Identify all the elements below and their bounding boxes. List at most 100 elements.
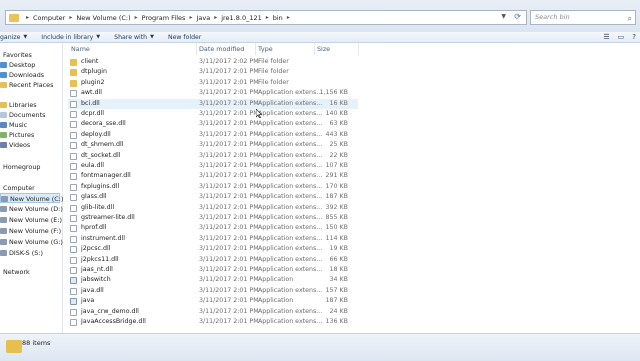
nav-volume-d[interactable]: New Volume (D:) bbox=[0, 204, 63, 214]
help-icon[interactable]: ? bbox=[632, 33, 636, 41]
table-row[interactable]: java 3/11/2017 2:01 PM Application 187 KB bbox=[68, 296, 358, 306]
table-row[interactable]: j2pkcs11.dll 3/11/2017 2:01 PM Application… bbox=[68, 255, 358, 265]
view-options-icon[interactable]: ☰ bbox=[603, 33, 609, 41]
crumb-volume-c[interactable]: New Volume (C:) bbox=[76, 14, 130, 22]
table-row[interactable]: fxplugins.dll 3/11/2017 2:01 PM Applicatio… bbox=[68, 182, 358, 192]
nav-disk-s[interactable]: DISK-S (S:) bbox=[0, 248, 43, 258]
table-row[interactable]: instrument.dll 3/11/2017 2:01 PM Applicati… bbox=[68, 234, 358, 244]
column-divider[interactable] bbox=[255, 43, 256, 55]
column-divider[interactable] bbox=[196, 43, 197, 55]
address-bar[interactable]: ▸ Computer ▸ New Volume (C:) ▸ Program F… bbox=[5, 10, 527, 25]
table-row[interactable]: eula.dll 3/11/2017 2:01 PM Application ext… bbox=[68, 161, 358, 171]
include-in-library-button[interactable]: Include in library ▼ bbox=[41, 34, 100, 41]
table-row[interactable]: JavaAccessBridge.dll 3/11/2017 2:01 PM App… bbox=[68, 317, 358, 327]
refresh-icon[interactable]: ⟳ bbox=[514, 12, 521, 21]
nav-volume-e[interactable]: New Volume (E:) bbox=[0, 215, 62, 225]
crumb-java[interactable]: Java bbox=[196, 14, 210, 22]
chevron-down-icon[interactable]: ▼ bbox=[501, 13, 506, 20]
nav-videos[interactable]: Videos bbox=[0, 140, 30, 150]
crumb-program-files[interactable]: Program Files bbox=[142, 14, 186, 22]
drive-icon bbox=[0, 250, 7, 256]
file-icon bbox=[70, 225, 77, 233]
chevron-right-icon[interactable]: ▸ bbox=[69, 14, 72, 21]
file-size: 107 KB bbox=[325, 162, 348, 169]
nav-documents[interactable]: Documents bbox=[0, 110, 45, 120]
table-row[interactable]: fontmanager.dll 3/11/2017 2:01 PM Applicat… bbox=[68, 171, 358, 181]
table-row[interactable]: java_crw_demo.dll 3/11/2017 2:01 PM Applic… bbox=[68, 307, 358, 317]
nav-favorites[interactable]: Favorites bbox=[3, 50, 32, 60]
column-divider[interactable] bbox=[314, 43, 315, 55]
nav-desktop[interactable]: Desktop bbox=[0, 60, 35, 70]
file-name: j2pcsc.dll bbox=[81, 245, 111, 253]
nav-libraries[interactable]: Libraries bbox=[0, 100, 37, 110]
nav-volume-g[interactable]: New Volume (G:) bbox=[0, 237, 63, 247]
new-folder-button[interactable]: New folder bbox=[168, 34, 201, 41]
column-divider[interactable] bbox=[358, 43, 359, 55]
caret-down-icon: ▼ bbox=[150, 34, 154, 40]
nav-computer[interactable]: Computer bbox=[3, 183, 35, 193]
table-row[interactable]: decora_sse.dll 3/11/2017 2:01 PM Applicati… bbox=[68, 119, 358, 129]
videos-icon bbox=[0, 142, 7, 148]
crumb-jre[interactable]: jre1.8.0_121 bbox=[221, 14, 262, 22]
search-input[interactable]: Search bin ⌕ bbox=[530, 10, 636, 25]
file-name: j2pkcs11.dll bbox=[81, 255, 119, 263]
nav-downloads[interactable]: Downloads bbox=[0, 70, 44, 80]
chevron-right-icon[interactable]: ▸ bbox=[214, 14, 217, 21]
table-row[interactable]: dtplugin 3/11/2017 2:01 PM File folder bbox=[68, 67, 358, 77]
table-row[interactable]: dt_shmem.dll 3/11/2017 2:01 PM Application… bbox=[68, 140, 358, 150]
column-name[interactable]: Name bbox=[71, 45, 90, 53]
chevron-right-icon[interactable]: ▸ bbox=[135, 14, 138, 21]
nav-pictures[interactable]: Pictures bbox=[0, 130, 34, 140]
table-row[interactable]: dt_socket.dll 3/11/2017 2:01 PM Applicatio… bbox=[68, 151, 358, 161]
search-placeholder: Search bin bbox=[535, 13, 570, 21]
nav-music[interactable]: Music bbox=[0, 120, 27, 130]
nav-network[interactable]: Network bbox=[3, 267, 30, 277]
organize-button[interactable]: ganize ▼ bbox=[0, 34, 27, 41]
table-row[interactable]: jabswitch 3/11/2017 2:01 PM Application 34 … bbox=[68, 275, 358, 285]
downloads-icon bbox=[0, 72, 7, 78]
file-type: Application extens... bbox=[258, 151, 323, 159]
chevron-right-icon[interactable]: ▸ bbox=[287, 14, 290, 21]
table-row[interactable]: bci.dll 3/11/2017 2:01 PM Application exte… bbox=[68, 98, 358, 109]
table-row[interactable]: plugin2 3/11/2017 2:01 PM File folder bbox=[68, 78, 358, 88]
table-row[interactable]: deploy.dll 3/11/2017 2:01 PM Application e… bbox=[68, 130, 358, 140]
crumb-bin[interactable]: bin bbox=[273, 14, 283, 22]
chevron-right-icon[interactable]: ▸ bbox=[266, 14, 269, 21]
table-row[interactable]: jaas_nt.dll 3/11/2017 2:01 PM Application … bbox=[68, 265, 358, 275]
nav-vol-c-label: New Volume (C:) bbox=[10, 195, 64, 203]
crumb-computer[interactable]: Computer bbox=[33, 14, 65, 22]
search-icon[interactable]: ⌕ bbox=[628, 12, 632, 25]
table-row[interactable]: gstreamer-lite.dll 3/11/2017 2:01 PM Appli… bbox=[68, 213, 358, 223]
file-type: Application bbox=[258, 276, 294, 284]
nav-homegroup[interactable]: Homegroup bbox=[3, 162, 40, 172]
date-modified: 3/11/2017 2:01 PM bbox=[199, 99, 259, 107]
column-type[interactable]: Type bbox=[258, 45, 273, 53]
table-row[interactable]: hprof.dll 3/11/2017 2:01 PM Application ex… bbox=[68, 223, 358, 233]
drive-icon bbox=[0, 228, 7, 234]
nav-volume-f[interactable]: New Volume (F:) bbox=[0, 226, 61, 236]
table-row[interactable]: dcpr.dll 3/11/2017 2:01 PM Application ext… bbox=[68, 109, 358, 119]
preview-pane-icon[interactable]: ▭ bbox=[618, 33, 625, 41]
nav-volume-c[interactable]: New Volume (C:) bbox=[0, 193, 64, 203]
chevron-right-icon[interactable]: ▸ bbox=[189, 14, 192, 21]
date-modified: 3/11/2017 2:01 PM bbox=[199, 266, 259, 273]
file-type: Application extens... bbox=[258, 182, 323, 190]
nav-recent-places[interactable]: Recent Places bbox=[0, 80, 53, 90]
table-row[interactable]: j2pcsc.dll 3/11/2017 2:01 PM Application e… bbox=[68, 244, 358, 254]
file-icon bbox=[70, 183, 77, 191]
date-modified: 3/11/2017 2:01 PM bbox=[199, 120, 259, 128]
table-row[interactable]: java.dll 3/11/2017 2:01 PM Application ext… bbox=[68, 286, 358, 296]
file-icon bbox=[70, 90, 77, 98]
table-row[interactable]: glass.dll 3/11/2017 2:01 PM Application ex… bbox=[68, 192, 358, 202]
table-row[interactable]: glib-lite.dll 3/11/2017 2:01 PM Applicatio… bbox=[68, 203, 358, 213]
table-row[interactable]: awt.dll 3/11/2017 2:01 PM Application exte… bbox=[68, 88, 358, 98]
date-modified: 3/11/2017 2:01 PM bbox=[199, 151, 259, 159]
share-with-button[interactable]: Share with ▼ bbox=[114, 34, 154, 41]
table-row[interactable]: client 3/11/2017 2:02 PM File folder bbox=[68, 57, 358, 67]
column-size[interactable]: Size bbox=[317, 45, 330, 53]
file-icon bbox=[70, 142, 77, 150]
column-date-modified[interactable]: Date modified bbox=[199, 45, 244, 53]
file-type: File folder bbox=[258, 78, 289, 86]
share-label: Share with bbox=[114, 33, 148, 41]
documents-icon bbox=[0, 112, 7, 118]
